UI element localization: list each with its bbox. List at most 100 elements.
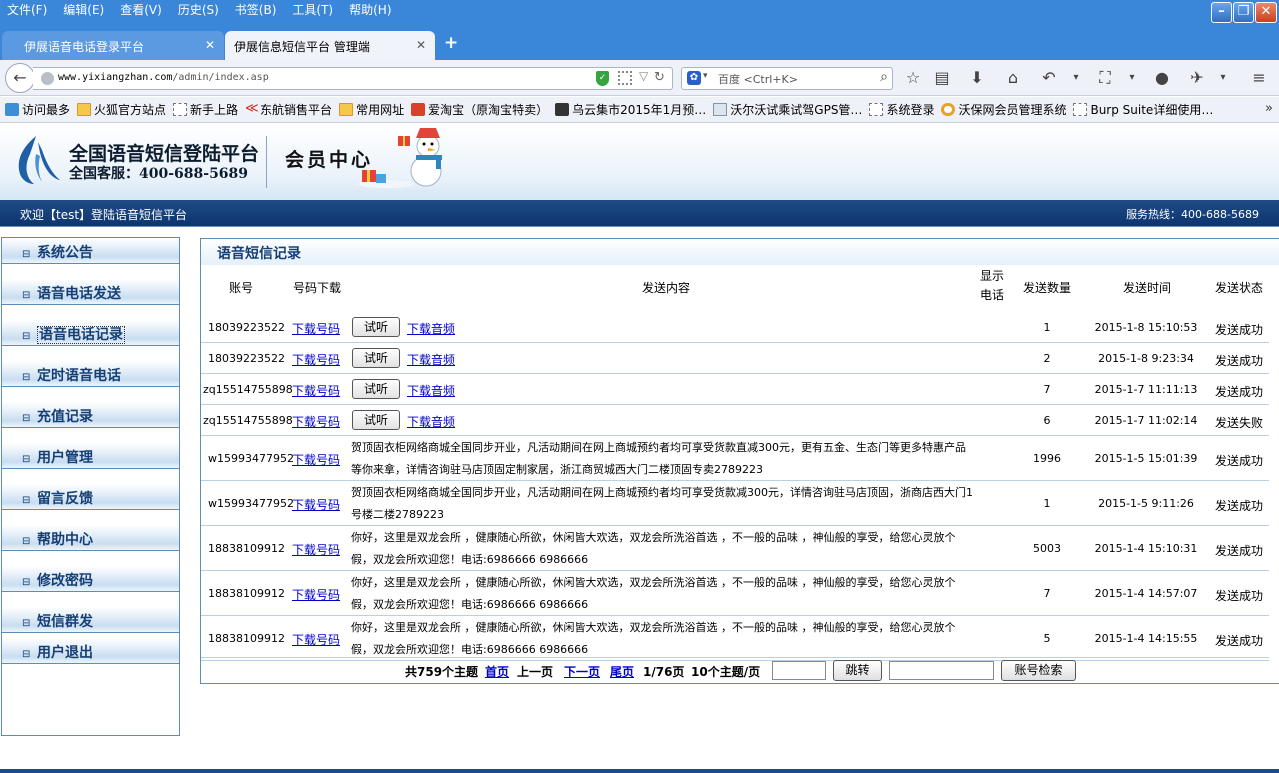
addon-icon[interactable]: ✈ <box>1187 68 1207 87</box>
menu-bookmarks[interactable]: 书签(B) <box>228 0 286 20</box>
download-numbers-link[interactable]: 下载号码 <box>292 320 340 337</box>
search-icon[interactable]: ⌕ <box>880 69 888 85</box>
bookmark-common-sites[interactable]: 常用网址 <box>339 101 404 118</box>
site-header: 全国语音短信登陆平台 全国客服：400-688-5689 会员中心 <box>0 124 1279 200</box>
sidebar-item-feedback[interactable]: ⊟ 留言反馈 <box>2 484 179 510</box>
bookmark-wooyun[interactable]: 乌云集市2015年1月预… <box>555 101 706 118</box>
engine-dropdown-icon[interactable]: ▾ <box>703 71 708 81</box>
account-search-input[interactable] <box>889 661 994 680</box>
download-numbers-link[interactable]: 下载号码 <box>292 351 340 368</box>
sidebar-item-scheduled-voice-call[interactable]: ⊟ 定时语音电话 <box>2 361 179 387</box>
menu-file[interactable]: 文件(F) <box>0 0 56 20</box>
qr-code-icon[interactable] <box>618 71 632 85</box>
row-status: 发送成功 <box>1214 384 1263 399</box>
chat-icon[interactable]: ● <box>1152 68 1172 87</box>
bookmark-getting-started[interactable]: 新手上路 <box>173 101 238 118</box>
download-numbers-link[interactable]: 下载号码 <box>292 496 340 513</box>
reload-icon[interactable]: ↻ <box>654 70 665 85</box>
download-audio-link[interactable]: 下载音频 <box>407 413 455 430</box>
row-content: 贺顶固衣柜网络商城全国同步开业，凡活动期间在网上商城预约者均可享受货款直减300… <box>351 440 966 476</box>
reading-list-icon[interactable]: ▤ <box>932 68 952 87</box>
sidebar-item-voice-call-records[interactable]: ⊟ 语音电话记录 <box>2 320 179 346</box>
window-titlebar: 文件(F) 编辑(E) 查看(V) 历史(S) 书签(B) 工具(T) 帮助(H… <box>0 0 1279 28</box>
download-numbers-link[interactable]: 下载号码 <box>292 451 340 468</box>
undo-icon[interactable]: ↶ <box>1039 68 1059 87</box>
bookmark-most-visited[interactable]: 访问最多 <box>5 101 70 118</box>
download-numbers-link[interactable]: 下载号码 <box>292 586 340 603</box>
col-download-numbers: 号码下载 <box>292 281 341 295</box>
screenshot-dropdown-icon[interactable]: ▾ <box>1122 72 1142 83</box>
menu-tools[interactable]: 工具(T) <box>285 0 342 20</box>
sidebar-item-send-voice-call[interactable]: ⊟ 语音电话发送 <box>2 279 179 305</box>
listen-button[interactable]: 试听 <box>352 409 400 430</box>
bookmark-system-login[interactable]: 系统登录 <box>869 101 934 118</box>
wooyun-icon <box>555 103 570 116</box>
menu-hamburger-icon[interactable]: ≡ <box>1249 68 1269 87</box>
globe-icon <box>41 72 54 85</box>
home-icon[interactable]: ⌂ <box>1003 68 1023 87</box>
next-page-link[interactable]: 下一页 <box>564 663 600 680</box>
search-input[interactable]: 百度 <Ctrl+K> <box>718 71 798 87</box>
listen-button[interactable]: 试听 <box>352 378 400 399</box>
menu-edit[interactable]: 编辑(E) <box>56 0 113 20</box>
listen-button[interactable]: 试听 <box>352 347 400 368</box>
sidebar-item-bulk-sms[interactable]: ⊟ 短信群发 <box>2 607 179 633</box>
menu-help[interactable]: 帮助(H) <box>342 0 400 20</box>
sidebar-item-announcements[interactable]: ⊟ 系统公告 <box>2 238 179 264</box>
last-page-link[interactable]: 尾页 <box>610 663 634 680</box>
baidu-paw-icon[interactable]: ✿ <box>687 71 701 85</box>
download-numbers-link[interactable]: 下载号码 <box>292 541 340 558</box>
first-page-link[interactable]: 首页 <box>485 663 509 680</box>
row-account: w15993477952 <box>208 496 294 510</box>
tab-sms-admin[interactable]: 伊展信息短信平台 管理端 ✕ <box>225 31 435 60</box>
row-account: zq15514755898 <box>203 413 293 427</box>
download-numbers-link[interactable]: 下载号码 <box>292 631 340 648</box>
close-tab-icon[interactable]: ✕ <box>416 38 426 52</box>
bookmark-eastern-airlines[interactable]: ≪ 东航销售平台 <box>245 101 332 118</box>
restore-button[interactable]: ❐ <box>1233 2 1254 23</box>
sidebar-item-user-management[interactable]: ⊟ 用户管理 <box>2 443 179 469</box>
sidebar-item-help-center[interactable]: ⊟ 帮助中心 <box>2 525 179 551</box>
airline-logo-icon: ≪ <box>245 101 259 116</box>
bookmark-wobao[interactable]: 沃保网会员管理系统 <box>941 101 1066 118</box>
minimize-button[interactable]: – <box>1211 2 1232 23</box>
dropdown-arrow-icon[interactable]: ▽ <box>639 69 648 83</box>
bookmark-volvo[interactable]: 沃尔沃试乘试驾GPS管… <box>713 101 862 118</box>
document-icon <box>713 103 728 116</box>
jump-button[interactable]: 跳转 <box>833 660 882 681</box>
close-tab-icon[interactable]: ✕ <box>205 38 215 52</box>
bookmark-burp-suite[interactable]: Burp Suite详细使用… <box>1073 101 1213 118</box>
bookmark-taobao[interactable]: 爱淘宝（原淘宝特卖） <box>411 101 548 118</box>
bookmarks-overflow-icon[interactable]: » <box>1265 101 1273 116</box>
back-button[interactable]: ← <box>5 63 35 93</box>
sidebar-item-logout[interactable]: ⊟ 用户退出 <box>2 638 179 664</box>
download-audio-link[interactable]: 下载音频 <box>407 320 455 337</box>
download-audio-link[interactable]: 下载音频 <box>407 351 455 368</box>
sidebar-item-recharge-records[interactable]: ⊟ 充值记录 <box>2 402 179 428</box>
page-jump-input[interactable] <box>772 661 826 680</box>
records-panel: 语音短信记录 账号 号码下载 发送内容 显示电话 发送数量 发送时间 发送状态 … <box>200 238 1279 684</box>
shield-icon[interactable]: ✓ <box>596 71 609 86</box>
address-bar[interactable]: www.yixiangzhan.com/admin/index.asp ✓ ▽ … <box>33 67 673 90</box>
sidebar-item-change-password[interactable]: ⊟ 修改密码 <box>2 566 179 592</box>
undo-dropdown-icon[interactable]: ▾ <box>1066 72 1086 83</box>
download-numbers-link[interactable]: 下载号码 <box>292 382 340 399</box>
close-window-button[interactable]: ✕ <box>1255 2 1277 23</box>
col-content: 发送内容 <box>641 281 690 295</box>
bookmark-star-icon[interactable]: ☆ <box>903 68 923 87</box>
account-search-button[interactable]: 账号检索 <box>1001 660 1076 681</box>
tab-voice-login[interactable]: 伊展语音电话登录平台 ✕ <box>2 31 224 60</box>
search-bar[interactable]: ✿ ▾ 百度 <Ctrl+K> ⌕ <box>681 67 893 90</box>
addon-dropdown-icon[interactable]: ▾ <box>1213 72 1233 83</box>
listen-button[interactable]: 试听 <box>352 316 400 337</box>
download-numbers-link[interactable]: 下载号码 <box>292 413 340 430</box>
screenshot-icon[interactable]: ⛶ <box>1095 68 1115 88</box>
row-account: 18838109912 <box>208 586 285 600</box>
menu-history[interactable]: 历史(S) <box>171 0 228 20</box>
bookmark-firefox-site[interactable]: 火狐官方站点 <box>77 101 166 118</box>
download-icon[interactable]: ⬇ <box>967 68 987 87</box>
download-audio-link[interactable]: 下载音频 <box>407 382 455 399</box>
menu-view[interactable]: 查看(V) <box>113 0 171 20</box>
row-time: 2015-1-4 15:10:31 <box>1094 541 1198 555</box>
new-tab-button[interactable]: + <box>444 33 458 53</box>
